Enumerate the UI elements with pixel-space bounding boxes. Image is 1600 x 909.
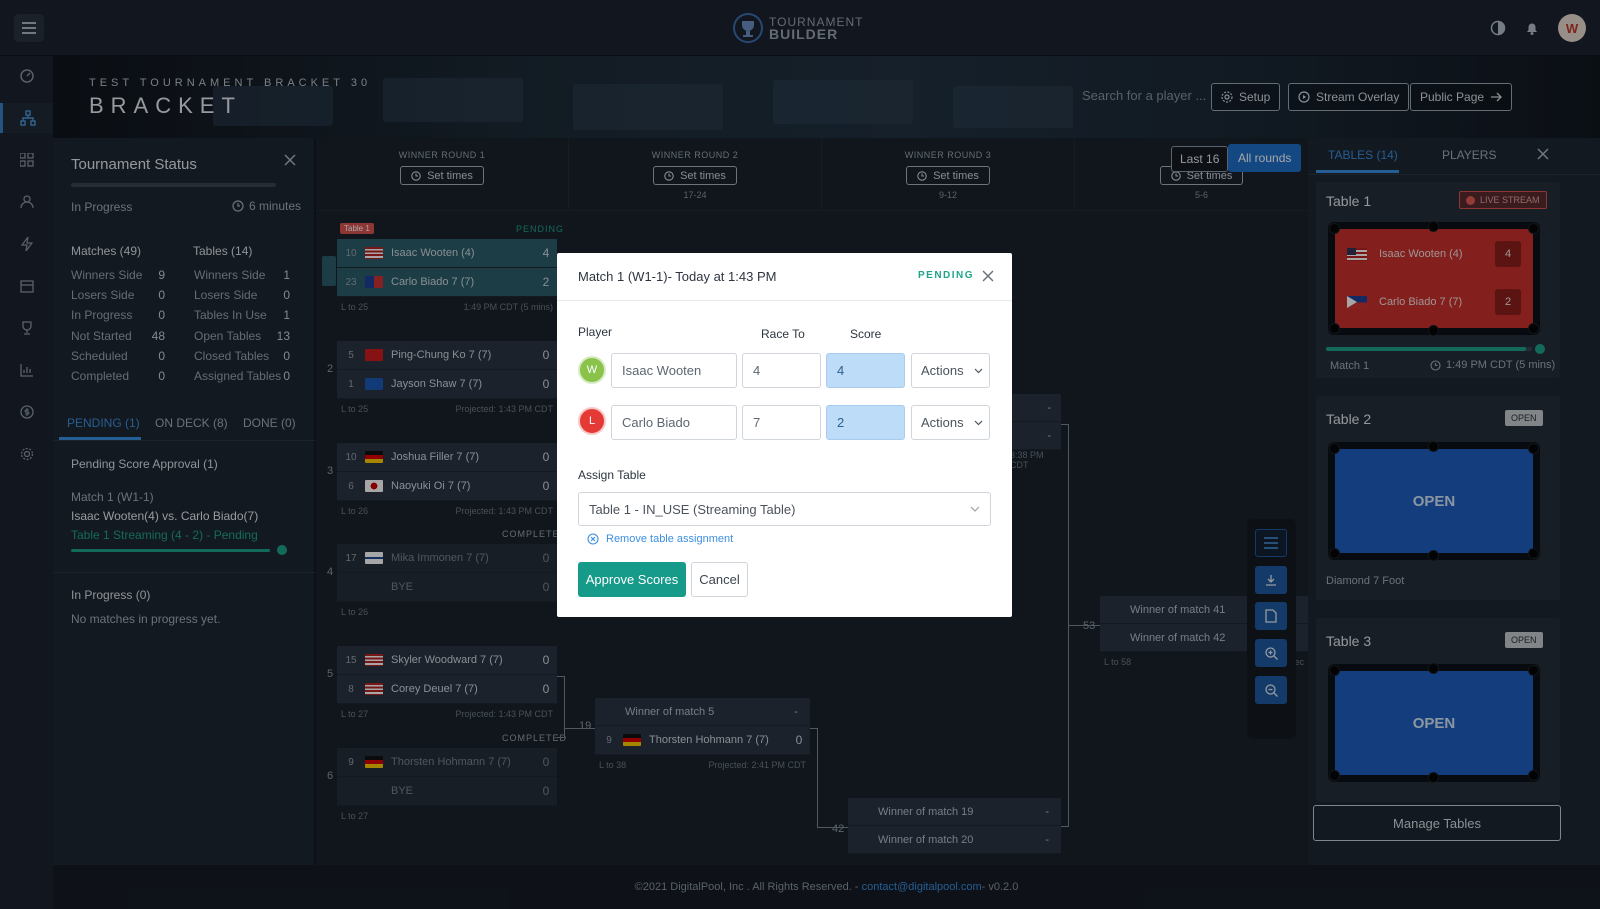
player2-name-input[interactable]: Carlo Biado — [611, 405, 737, 440]
loser-badge: L — [578, 407, 606, 435]
player1-name-input[interactable]: Isaac Wooten — [611, 353, 737, 388]
approve-scores-button[interactable]: Approve Scores — [578, 562, 686, 597]
selected-table: Table 1 - IN_USE (Streaming Table) — [589, 501, 796, 517]
col-score: Score — [850, 327, 882, 341]
player1-actions-dropdown[interactable]: Actions — [911, 353, 990, 388]
remove-table-link[interactable]: Remove table assignment — [587, 533, 733, 545]
cancel-button[interactable]: Cancel — [691, 562, 748, 597]
player1-race-input[interactable]: 4 — [742, 353, 821, 388]
chevron-down-icon — [974, 420, 983, 425]
player1-score-input[interactable]: 4 — [826, 353, 905, 388]
assign-table-select[interactable]: Table 1 - IN_USE (Streaming Table) — [578, 492, 991, 526]
modal-divider — [557, 300, 1012, 301]
actions-label: Actions — [921, 363, 964, 378]
remove-label: Remove table assignment — [606, 533, 734, 545]
player2-race-input[interactable]: 7 — [742, 405, 821, 440]
modal-title: Match 1 (W1-1)- Today at 1:43 PM — [578, 269, 777, 284]
assign-table-label: Assign Table — [578, 468, 646, 482]
close-icon[interactable] — [982, 270, 994, 282]
winner-badge: W — [578, 356, 606, 384]
chevron-down-icon — [970, 506, 980, 512]
player2-score-input[interactable]: 2 — [826, 405, 905, 440]
chevron-down-icon — [974, 368, 983, 373]
modal-status: PENDING — [918, 270, 975, 281]
col-race: Race To — [761, 327, 805, 341]
score-approval-modal: Match 1 (W1-1)- Today at 1:43 PM PENDING… — [557, 253, 1012, 617]
actions-label: Actions — [921, 415, 964, 430]
player2-actions-dropdown[interactable]: Actions — [911, 405, 990, 440]
close-circle-icon — [587, 533, 599, 545]
col-player: Player — [578, 325, 613, 339]
